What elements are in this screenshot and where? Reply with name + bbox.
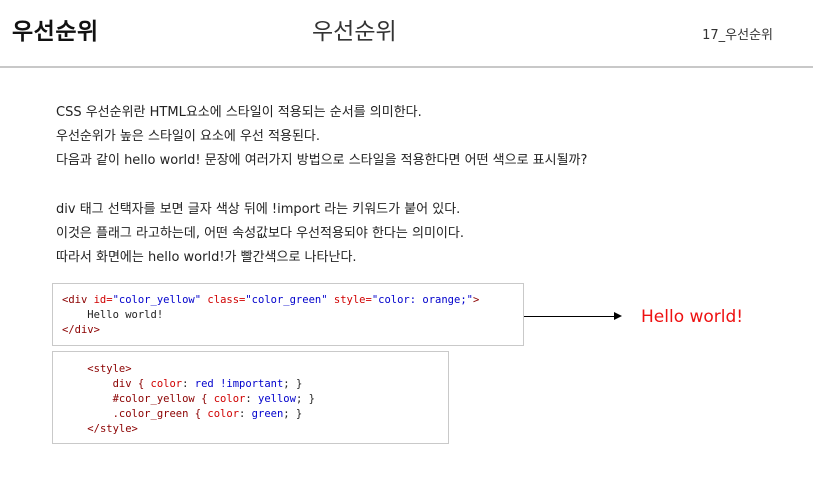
html-code-block: <div id="color_yellow" class="color_gree… [52,283,524,346]
code-tag: <div [62,294,94,306]
explanation-line: 따라서 화면에는 hello world!가 빨간색으로 나타난다. [56,250,357,265]
style-close-tag: </style> [87,423,138,435]
rule-end: ; } [295,393,315,405]
rule-selector: .color_green { [112,408,208,420]
rule-property: color [207,408,240,420]
header-divider [0,66,813,68]
code-val-id: "color_yellow" [112,294,202,306]
rule-value: red !important [194,378,284,390]
code-line-style-close: </style> [62,422,315,437]
code-line-close-tag: </div> [62,324,100,336]
rule-property: color [213,393,246,405]
rule-selector: #color_yellow { [112,393,214,405]
explanation-line: 이것은 플래그 라고하는데, 어떤 속성값보다 우선적용되야 한다는 의미이다. [56,226,464,241]
intro-line: 우선순위가 높은 스타일이 요소에 우선 적용된다. [56,129,320,144]
code-line-rule-id: #color_yellow { color: yellow; } [62,392,315,407]
rule-value: green [251,408,284,420]
rule-end: ; } [283,408,303,420]
header-title-left: 우선순위 [12,19,99,45]
header-title-center: 우선순위 [312,19,397,45]
intro-line: CSS 우선순위란 HTML요소에 스타일이 적용되는 순서를 의미한다. [56,105,422,120]
page-header: 우선순위 우선순위 17_우선순위 [0,0,813,66]
code-val-style: "color: orange;" [371,294,473,306]
arrow-right-icon [614,312,622,320]
rule-property: color [150,378,183,390]
css-code-block: <style> div { color: red !important; } #… [52,351,449,444]
code-line-open-tag: <div id="color_yellow" class="color_gree… [62,293,479,308]
rule-end: ; } [283,378,303,390]
arrow-line [524,316,616,317]
code-val-class: "color_green" [245,294,328,306]
code-line-rule-class: .color_green { color: green; } [62,407,315,422]
style-open-tag: <style> [87,363,132,375]
code-tag-end: > [472,294,480,306]
rule-value: yellow [258,393,296,405]
rule-colon: : [245,393,258,405]
rule-colon: : [239,408,252,420]
code-line-content: Hello world! [62,309,164,321]
explanation-paragraph: div 태그 선택자를 보면 글자 색상 뒤에 !import 라는 키워드가 … [56,198,464,270]
code-attr-style: style= [333,294,372,306]
explanation-line: div 태그 선택자를 보면 글자 색상 뒤에 !import 라는 키워드가 … [56,202,461,217]
rule-selector: div { [112,378,151,390]
intro-line: 다음과 같이 hello world! 문장에 여러가지 방법으로 스타일을 적… [56,153,588,168]
code-line-style-open: <style> [62,362,315,377]
intro-paragraph: CSS 우선순위란 HTML요소에 스타일이 적용되는 순서를 의미한다. 우선… [56,101,587,173]
code-attr-class: class= [207,294,246,306]
result-hello-world: Hello world! [641,307,744,327]
rule-colon: : [182,378,195,390]
code-line-rule-div: div { color: red !important; } [62,377,315,392]
page-label: 17_우선순위 [702,28,773,43]
code-attr-id: id= [93,294,113,306]
